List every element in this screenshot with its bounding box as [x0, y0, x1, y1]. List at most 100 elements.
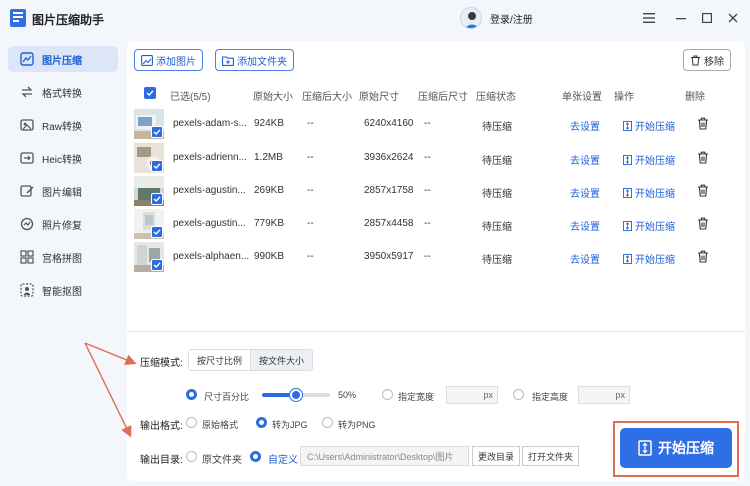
start-compress-link[interactable]: 开始压缩 — [623, 251, 675, 266]
open-folder-button[interactable]: 打开文件夹 — [522, 446, 580, 466]
sidebar-item-label: Raw转换 — [42, 121, 83, 133]
delete-icon[interactable] — [697, 184, 709, 197]
row-checkbox[interactable] — [151, 259, 163, 271]
original-dimensions: 6240x4160 — [364, 118, 414, 129]
sidebar-item-convert[interactable]: 格式转换 — [8, 79, 118, 105]
settings-link[interactable]: 去设置 — [570, 118, 600, 133]
dir-custom-radio[interactable] — [250, 451, 261, 462]
format-png-radio[interactable] — [322, 417, 333, 428]
width-radio[interactable] — [382, 389, 393, 400]
start-compress-button[interactable]: 开始压缩 — [620, 428, 732, 468]
tab-by-dimension[interactable]: 按尺寸比例 — [189, 350, 251, 370]
convert-icon — [21, 86, 33, 98]
login-link[interactable]: 登录/注册 — [490, 11, 533, 26]
original-dimensions: 3936x2624 — [364, 152, 414, 163]
raw-icon — [20, 119, 34, 131]
compressed-dimensions: -- — [424, 152, 431, 163]
compress-small-icon — [623, 220, 632, 231]
add-image-label: 添加图片 — [156, 56, 196, 68]
add-folder-button[interactable]: 添加文件夹 — [215, 49, 294, 71]
add-image-button[interactable]: 添加图片 — [134, 49, 203, 71]
settings-link[interactable]: 去设置 — [570, 185, 600, 200]
dir-original-label: 原文件夹 — [202, 455, 242, 466]
delete-icon[interactable] — [697, 217, 709, 230]
sidebar-item-label: 图片压缩 — [42, 55, 82, 67]
height-radio[interactable] — [513, 389, 524, 400]
sidebar-item-label: 智能抠图 — [42, 286, 82, 298]
trash-icon — [691, 55, 700, 65]
delete-icon[interactable] — [697, 250, 709, 263]
header-status: 压缩状态 — [476, 92, 516, 103]
title-bar: 图片压缩助手 登录/注册 — [0, 0, 750, 37]
menu-icon[interactable] — [640, 9, 658, 27]
percent-slider[interactable] — [262, 389, 330, 401]
settings-link[interactable]: 去设置 — [570, 218, 600, 233]
sidebar-item-compress[interactable]: 图片压缩 — [8, 46, 118, 72]
tab-by-filesize[interactable]: 按文件大小 — [250, 350, 313, 370]
avatar — [460, 7, 482, 29]
height-input[interactable]: px — [578, 386, 630, 404]
start-compress-link[interactable]: 开始压缩 — [623, 218, 675, 233]
header-action: 操作 — [614, 92, 634, 103]
compress-mode-label: 压缩模式: — [140, 358, 183, 369]
height-label: 指定高度 — [532, 392, 569, 402]
sidebar-item-repair[interactable]: 照片修复 — [8, 211, 118, 237]
minimize-icon[interactable] — [672, 9, 690, 27]
sidebar-item-raw[interactable]: Raw转换 — [8, 112, 118, 138]
format-original-label: 原始格式 — [202, 420, 239, 430]
start-compress-link[interactable]: 开始压缩 — [623, 152, 675, 167]
compressed-size: -- — [307, 185, 314, 196]
row-checkbox[interactable] — [151, 226, 163, 238]
start-compress-label: 开始压缩 — [635, 189, 675, 200]
original-size: 1.2MB — [254, 152, 283, 163]
remove-button[interactable]: 移除 — [683, 49, 731, 71]
slider-knob[interactable] — [290, 389, 302, 401]
app-logo-icon — [10, 9, 26, 27]
row-checkbox[interactable] — [151, 126, 163, 138]
percent-label: 尺寸百分比 — [204, 392, 250, 402]
compressed-size: -- — [307, 251, 314, 262]
maximize-icon[interactable] — [698, 9, 716, 27]
output-dir-label: 输出目录: — [140, 455, 183, 466]
folder-add-icon — [222, 55, 234, 66]
sidebar-item-grid[interactable]: 宫格拼图 — [8, 244, 118, 270]
delete-icon[interactable] — [697, 117, 709, 130]
row-checkbox[interactable] — [151, 160, 163, 172]
heic-icon — [20, 152, 34, 164]
percent-radio[interactable] — [186, 389, 197, 400]
sidebar-item-cutout[interactable]: 智能抠图 — [8, 277, 118, 303]
login-area[interactable]: 登录/注册 — [460, 7, 533, 29]
settings-link[interactable]: 去设置 — [570, 251, 600, 266]
format-jpg-radio[interactable] — [256, 417, 267, 428]
sidebar-item-edit[interactable]: 图片编辑 — [8, 178, 118, 204]
change-dir-button[interactable]: 更改目录 — [472, 446, 521, 466]
settings-link[interactable]: 去设置 — [570, 152, 600, 167]
format-jpg-label: 转为JPG — [272, 420, 308, 430]
row-checkbox[interactable] — [151, 193, 163, 205]
table-row: pexels-alphaen... 990KB -- 3950x5917 -- … — [134, 242, 734, 272]
start-compress-link[interactable]: 开始压缩 — [623, 118, 675, 133]
file-name: pexels-adrienn... — [173, 152, 247, 163]
sidebar-item-heic[interactable]: Heic转换 — [8, 145, 118, 171]
start-compress-label: 开始压缩 — [635, 255, 675, 266]
close-icon[interactable] — [724, 9, 742, 27]
cutout-icon — [20, 283, 34, 297]
start-compress-link[interactable]: 开始压缩 — [623, 185, 675, 200]
compress-small-icon — [623, 154, 632, 165]
original-size: 990KB — [254, 251, 285, 262]
select-all-checkbox[interactable] — [144, 87, 156, 99]
dir-original-radio[interactable] — [186, 451, 197, 462]
width-input[interactable]: px — [446, 386, 498, 404]
format-original-radio[interactable] — [186, 417, 197, 428]
edit-icon — [20, 185, 34, 197]
output-path: C:\Users\Administrator\Desktop\图片 — [307, 451, 454, 462]
sidebar-item-label: 格式转换 — [42, 88, 82, 100]
grid-icon — [20, 250, 34, 264]
status-text: 待压缩 — [482, 189, 512, 200]
delete-icon[interactable] — [697, 151, 709, 164]
compress-small-icon — [623, 253, 632, 264]
image-thumbnail — [134, 209, 164, 239]
header-selected: 已选(5/5) — [170, 92, 211, 103]
original-dimensions: 2857x1758 — [364, 185, 414, 196]
output-path-field[interactable]: C:\Users\Administrator\Desktop\图片 — [300, 446, 469, 466]
